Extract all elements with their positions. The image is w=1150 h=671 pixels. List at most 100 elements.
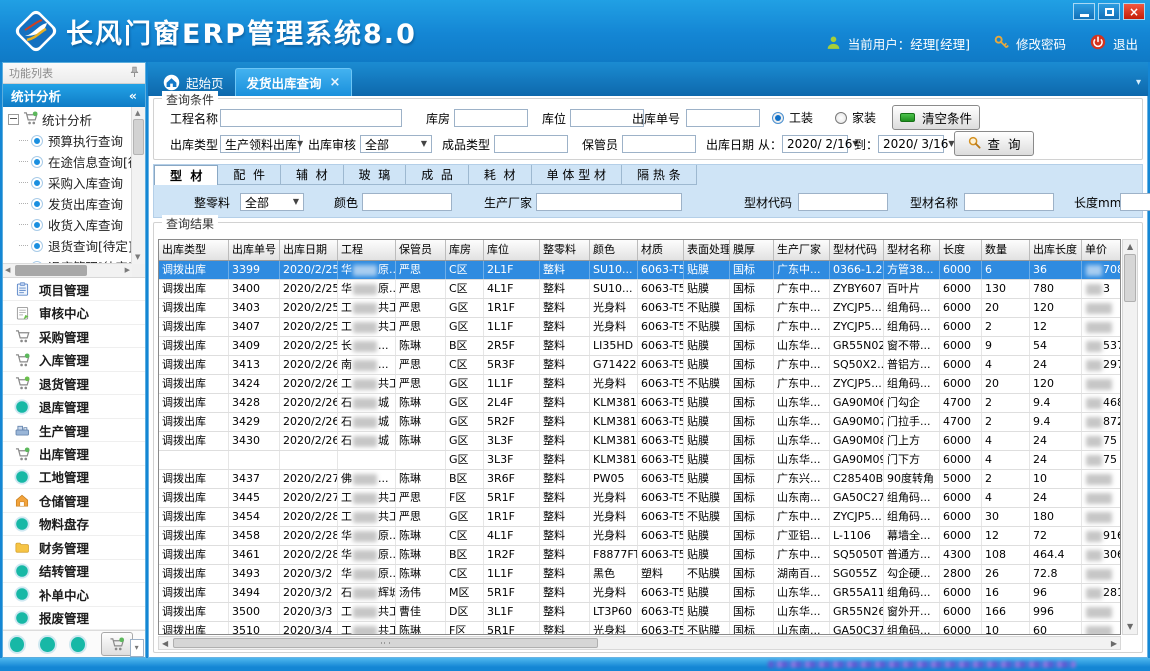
- cart-module-button[interactable]: [101, 632, 133, 656]
- profile-name-input[interactable]: [964, 193, 1054, 211]
- table-row[interactable]: 调拨出库34612020/2/28华原...陈琳B区1R2F整料F8877FT6…: [159, 546, 1120, 565]
- product-type-input[interactable]: [494, 135, 568, 153]
- date-to-dropdown[interactable]: 2020/ 3/16▼: [878, 135, 944, 153]
- table-row[interactable]: 调拨出库33992020/2/25华原...严思C区2L1F整料SU10...6…: [159, 261, 1120, 280]
- tree-expander-icon[interactable]: [8, 114, 19, 125]
- scroll-up-icon[interactable]: ▲: [1127, 243, 1133, 251]
- sidebar-item[interactable]: 项目管理: [3, 278, 145, 301]
- clear-conditions-button[interactable]: 清空条件: [892, 105, 980, 130]
- tree-horizontal-scrollbar[interactable]: ◀ ▶: [3, 263, 132, 277]
- column-header[interactable]: 数量: [982, 240, 1030, 260]
- scrollbar-thumb[interactable]: [1124, 254, 1136, 302]
- column-header[interactable]: 整零料: [540, 240, 590, 260]
- column-header[interactable]: 生产厂家: [774, 240, 830, 260]
- sidebar-item[interactable]: 退库管理: [3, 395, 145, 418]
- tree-item[interactable]: 在途信息查询[待: [5, 151, 131, 172]
- radio-option[interactable]: 家装: [835, 109, 876, 126]
- tree-root[interactable]: 统计分析: [5, 109, 131, 130]
- tree-item[interactable]: 退货查询[待定]: [5, 235, 131, 256]
- sidebar-item[interactable]: 工地管理: [3, 466, 145, 489]
- material-tab[interactable]: 玻 璃: [344, 165, 407, 185]
- table-row[interactable]: 调拨出库34452020/2/27工共工程严思F区5R1F整料光身料6063-T…: [159, 489, 1120, 508]
- material-tab[interactable]: 隔 热 条: [622, 165, 697, 185]
- material-tab[interactable]: 配 件: [218, 165, 281, 185]
- table-row[interactable]: G区3L3F整料KLM38176063-T5贴膜国标山东华...GA90M09.…: [159, 451, 1120, 470]
- table-row[interactable]: 调拨出库34542020/2/28工共工程严思G区1R1F整料光身料6063-T…: [159, 508, 1120, 527]
- table-row[interactable]: 调拨出库34032020/2/25工共工程严思G区1R1F整料光身料6063-T…: [159, 299, 1120, 318]
- close-button[interactable]: ×: [1123, 3, 1145, 20]
- out-type-dropdown[interactable]: 生产领料出库▼: [220, 135, 300, 153]
- grid-horizontal-scrollbar[interactable]: ◀ ▶: [158, 636, 1121, 650]
- whole-part-dropdown[interactable]: 全部▼: [240, 193, 304, 211]
- profile-code-input[interactable]: [798, 193, 888, 211]
- column-header[interactable]: 材质: [638, 240, 684, 260]
- close-icon[interactable]: ×: [330, 76, 341, 89]
- sidebar-item[interactable]: 生产管理: [3, 419, 145, 442]
- sidebar-item[interactable]: 入库管理: [3, 348, 145, 371]
- column-header[interactable]: 工程: [338, 240, 396, 260]
- tab-发货出库查询[interactable]: 发货出库查询×: [235, 68, 353, 96]
- tab-list-arrow-icon[interactable]: ▾: [1136, 78, 1141, 88]
- scroll-down-icon[interactable]: ▼: [1127, 623, 1133, 631]
- table-row[interactable]: 调拨出库34132020/2/26南...严思C区5R3F整料G71422606…: [159, 356, 1120, 375]
- table-row[interactable]: 调拨出库35102020/3/4工共工程陈琳F区5R1F整料光身料6063-T5…: [159, 622, 1120, 635]
- logout-link[interactable]: 退出: [1113, 34, 1138, 53]
- scroll-right-icon[interactable]: ▶: [125, 267, 130, 274]
- column-header[interactable]: 型材名称: [884, 240, 940, 260]
- date-from-dropdown[interactable]: 2020/ 2/16▼: [782, 135, 848, 153]
- tree-item[interactable]: 发货出库查询: [5, 193, 131, 214]
- sidebar-item[interactable]: 出库管理: [3, 442, 145, 465]
- table-row[interactable]: 调拨出库34942020/3/2石辉城汤伟M区5R1F整料光身料6063-T5贴…: [159, 584, 1120, 603]
- scrollbar-thumb[interactable]: [15, 265, 87, 276]
- grid-vertical-scrollbar[interactable]: ▲ ▼: [1122, 239, 1138, 635]
- column-header[interactable]: 长度: [940, 240, 982, 260]
- sidebar-item[interactable]: 结转管理: [3, 560, 145, 583]
- audit-dropdown[interactable]: 全部▼: [360, 135, 432, 153]
- table-row[interactable]: 调拨出库34072020/2/25工共工程严思G区1L1F整料光身料6063-T…: [159, 318, 1120, 337]
- material-tab[interactable]: 成 品: [406, 165, 469, 185]
- sidebar-item[interactable]: 审核中心: [3, 301, 145, 324]
- scroll-down-icon[interactable]: ▼: [135, 254, 140, 261]
- tree-item[interactable]: 预算执行查询: [5, 130, 131, 151]
- order-no-input[interactable]: [686, 109, 760, 127]
- column-header[interactable]: 保管员: [396, 240, 446, 260]
- length-input[interactable]: [1120, 193, 1150, 211]
- column-header[interactable]: 出库单号: [229, 240, 280, 260]
- material-tab[interactable]: 耗 材: [469, 165, 532, 185]
- column-header[interactable]: 型材代码: [830, 240, 884, 260]
- table-row[interactable]: 调拨出库34582020/2/28华原...陈琳C区4L1F整料光身料6063-…: [159, 527, 1120, 546]
- keeper-input[interactable]: [622, 135, 696, 153]
- collapse-chevron-icon[interactable]: «: [129, 88, 137, 103]
- sidebar-item[interactable]: 报废管理: [3, 607, 145, 630]
- table-row[interactable]: 调拨出库34242020/2/26工共工程严思G区1L1F整料光身料6063-T…: [159, 375, 1120, 394]
- material-tab[interactable]: 单 体 型 材: [532, 165, 622, 185]
- material-tab[interactable]: 辅 材: [281, 165, 344, 185]
- minimize-button[interactable]: [1073, 3, 1095, 20]
- table-row[interactable]: 调拨出库35002020/3/3工共工程曹佳D区3L1F整料LT3P606063…: [159, 603, 1120, 622]
- material-tab[interactable]: 型 材: [154, 165, 218, 185]
- sidebar-section-header[interactable]: 统计分析 «: [3, 84, 145, 107]
- table-row[interactable]: 调拨出库34932020/3/2华原...陈琳C区1L1F整料黑色塑料不贴膜国标…: [159, 565, 1120, 584]
- column-header[interactable]: 出库类型: [159, 240, 229, 260]
- scroll-right-icon[interactable]: ▶: [1111, 640, 1117, 648]
- pin-icon[interactable]: [130, 66, 139, 81]
- column-header[interactable]: 库房: [446, 240, 484, 260]
- search-button[interactable]: 查 询: [954, 131, 1034, 156]
- collapsed-module-icon[interactable]: [8, 635, 26, 654]
- sidebar-item[interactable]: 退货管理: [3, 372, 145, 395]
- color-input[interactable]: [362, 193, 452, 211]
- table-row[interactable]: 调拨出库34302020/2/26石城陈琳G区3L3F整料KLM38176063…: [159, 432, 1120, 451]
- tree-vertical-scrollbar[interactable]: ▲ ▼: [131, 107, 145, 264]
- radio-option[interactable]: 工装: [772, 109, 813, 126]
- column-header[interactable]: 颜色: [590, 240, 638, 260]
- scrollbar-thumb[interactable]: [133, 119, 144, 155]
- sidebar-item[interactable]: 仓储管理: [3, 489, 145, 512]
- sidebar-item[interactable]: 补单中心: [3, 583, 145, 606]
- column-header[interactable]: 膜厚: [730, 240, 774, 260]
- maximize-button[interactable]: [1098, 3, 1120, 20]
- scrollbar-thumb[interactable]: [173, 638, 598, 648]
- column-header[interactable]: 单价: [1082, 240, 1121, 260]
- manufacturer-input[interactable]: [536, 193, 682, 211]
- scroll-left-icon[interactable]: ◀: [5, 267, 10, 274]
- sidebar-item[interactable]: 财务管理: [3, 536, 145, 559]
